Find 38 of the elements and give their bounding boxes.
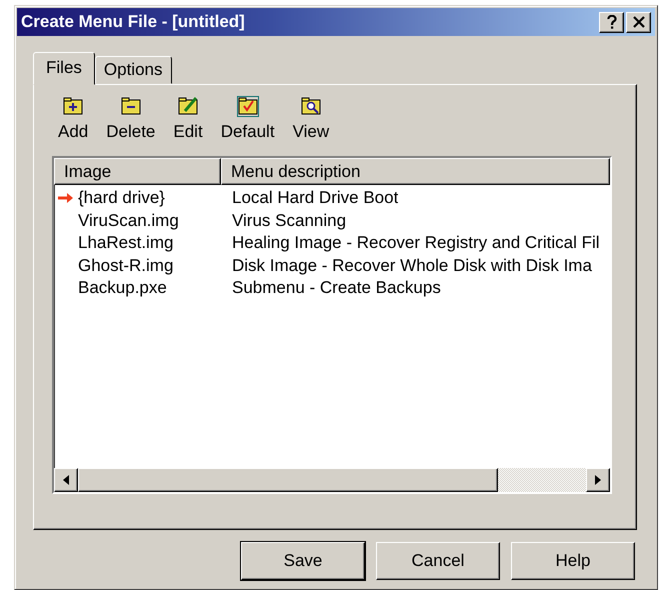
table-cell[interactable]: LhaRest.img — [78, 233, 174, 254]
column-header[interactable]: Menu description — [221, 158, 610, 185]
table-cell[interactable]: Local Hard Drive Boot — [232, 188, 398, 208]
column-header[interactable]: Image — [54, 158, 221, 185]
dialog-button[interactable]: Save — [241, 542, 365, 580]
magnifier-folder-icon — [300, 95, 322, 117]
close-button[interactable] — [626, 12, 651, 32]
toolbar-button[interactable]: Add — [52, 95, 94, 142]
tab[interactable]: Options — [94, 56, 172, 84]
dialog-button[interactable]: Help — [511, 542, 635, 580]
scroll-right-button[interactable] — [586, 468, 610, 492]
table-cell[interactable]: Ghost-R.img — [78, 256, 174, 276]
plus-folder-icon — [62, 95, 84, 117]
toolbar-button[interactable]: Delete — [100, 95, 162, 142]
table-cell[interactable]: Virus Scanning — [232, 210, 346, 230]
toolbar-button[interactable]: Edit — [167, 95, 209, 142]
help-button[interactable] — [599, 12, 624, 32]
left-triangle-icon — [63, 475, 69, 485]
horizontal-scrollbar[interactable] — [54, 468, 610, 492]
pencil-folder-icon — [177, 95, 200, 117]
scroll-thumb[interactable] — [78, 468, 498, 492]
table-cell[interactable]: Submenu - Create Backups — [232, 278, 441, 298]
close-icon — [632, 16, 644, 28]
minus-folder-icon — [120, 95, 142, 117]
check-folder-icon — [236, 95, 259, 117]
table-cell[interactable]: Backup.pxe — [78, 278, 167, 298]
toolbar-button[interactable]: Default — [214, 95, 281, 142]
question-mark-icon — [606, 15, 616, 29]
table-cell[interactable]: Disk Image - Recover Whole Disk with Disk Ima — [232, 256, 592, 275]
table-cell[interactable]: {hard drive} — [78, 188, 165, 208]
window-title: Create Menu File - [untitled] — [21, 12, 246, 32]
table-cell[interactable]: ViruScan.img — [78, 210, 179, 231]
table-cell[interactable]: Healing Image - Recover Registry and Critical Fil — [232, 233, 600, 252]
toolbar-button[interactable]: View — [286, 95, 336, 142]
dialog-button[interactable]: Cancel — [376, 542, 500, 580]
scroll-left-button[interactable] — [54, 468, 78, 492]
right-triangle-icon — [595, 475, 601, 485]
tab[interactable]: Files — [33, 52, 95, 85]
